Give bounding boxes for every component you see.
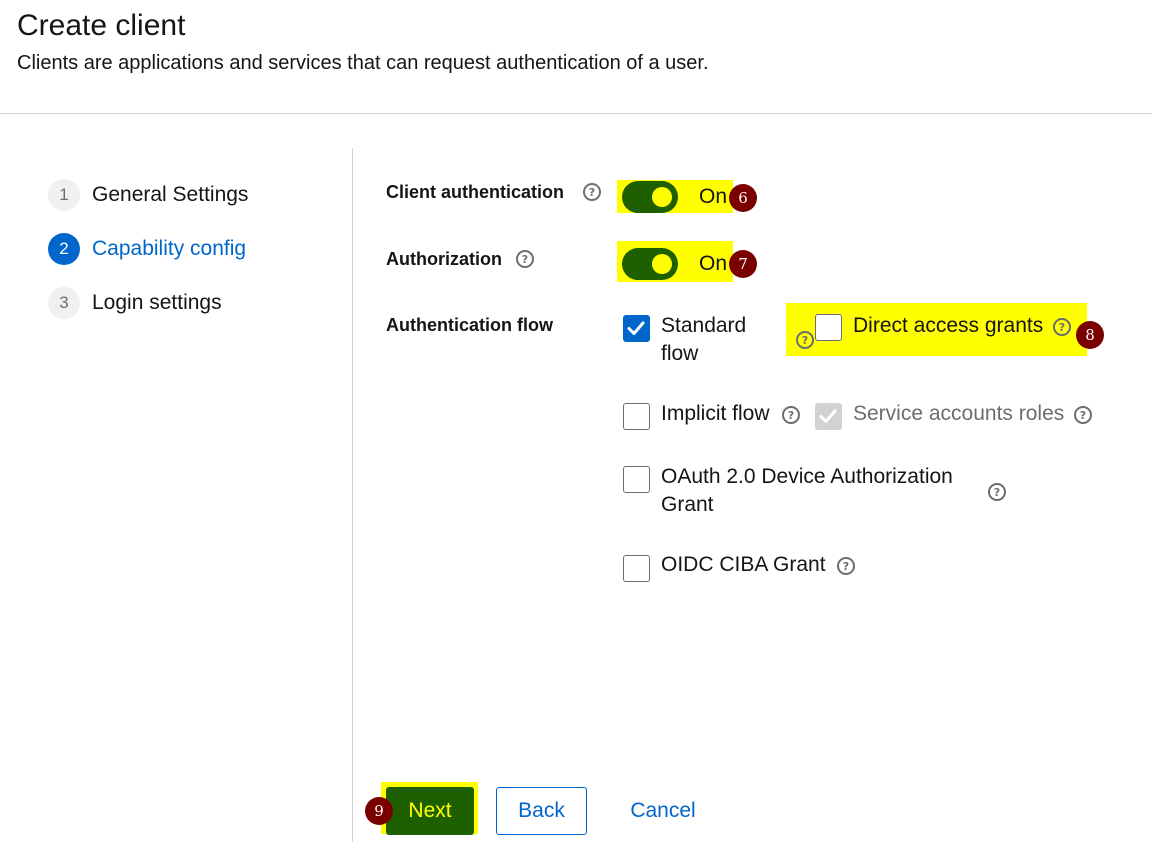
step-label: General Settings <box>92 183 249 206</box>
client-authentication-state: On <box>699 185 728 208</box>
wizard-step-capability-config[interactable]: 2 Capability config <box>48 233 246 265</box>
authorization-state: On <box>699 252 728 275</box>
back-button[interactable]: Back <box>496 787 587 835</box>
implicit-flow-label: Implicit flow <box>661 402 770 425</box>
oauth-device-authorization-grant-checkbox[interactable] <box>623 466 650 493</box>
wizard-nav: 1 General Settings 2 Capability config 3… <box>0 150 352 842</box>
help-icon[interactable]: ? <box>1053 318 1071 336</box>
direct-access-grants-label: Direct access grants <box>853 314 1044 337</box>
oauth-device-label-line1: OAuth 2.0 Device Authorization <box>661 465 953 488</box>
next-button[interactable]: Next <box>386 787 474 835</box>
wizard-step-login-settings[interactable]: 3 Login settings <box>48 287 222 319</box>
step-number: 3 <box>48 287 80 319</box>
oidc-ciba-grant-label: OIDC CIBA Grant <box>661 553 826 576</box>
page-subtitle: Clients are applications and services th… <box>17 52 709 74</box>
authorization-label: Authorization <box>386 249 502 269</box>
wizard-step-general-settings[interactable]: 1 General Settings <box>48 179 248 211</box>
toggle-knob <box>652 187 672 207</box>
step-label: Capability config <box>92 237 247 260</box>
help-icon[interactable]: ? <box>782 406 800 424</box>
oauth-device-label-line2: Grant <box>661 493 714 516</box>
page-header: Create client Clients are applications a… <box>0 0 1152 114</box>
annotation-badge-7: 7 <box>729 250 757 278</box>
vertical-divider <box>352 148 353 842</box>
toggle-knob <box>652 254 672 274</box>
help-icon[interactable]: ? <box>583 183 601 201</box>
oidc-ciba-grant-checkbox[interactable] <box>623 555 650 582</box>
implicit-flow-checkbox[interactable] <box>623 403 650 430</box>
step-number: 2 <box>48 233 80 265</box>
help-icon[interactable]: ? <box>796 331 814 349</box>
service-accounts-roles-label: Service accounts roles <box>853 402 1065 425</box>
client-authentication-label: Client authentication <box>386 182 565 202</box>
service-accounts-roles-checkbox <box>815 403 842 430</box>
standard-flow-checkbox[interactable] <box>623 315 650 342</box>
page-title: Create client <box>17 9 186 42</box>
authentication-flow-label: Authentication flow <box>386 315 553 335</box>
standard-flow-label-line1: Standard <box>661 314 747 337</box>
annotation-badge-8: 8 <box>1076 321 1104 349</box>
check-icon <box>627 321 645 335</box>
help-icon[interactable]: ? <box>837 557 855 575</box>
standard-flow-label-line2: flow <box>661 342 699 365</box>
help-icon[interactable]: ? <box>516 250 534 268</box>
client-authentication-toggle[interactable] <box>622 181 678 213</box>
authorization-toggle[interactable] <box>622 248 678 280</box>
step-label: Login settings <box>92 291 222 314</box>
help-icon[interactable]: ? <box>988 483 1006 501</box>
step-number: 1 <box>48 179 80 211</box>
annotation-badge-6: 6 <box>729 184 757 212</box>
cancel-button[interactable]: Cancel <box>616 787 710 835</box>
help-icon[interactable]: ? <box>1074 406 1092 424</box>
annotation-badge-9: 9 <box>365 797 393 825</box>
check-icon <box>819 409 837 423</box>
direct-access-grants-checkbox[interactable] <box>815 314 842 341</box>
